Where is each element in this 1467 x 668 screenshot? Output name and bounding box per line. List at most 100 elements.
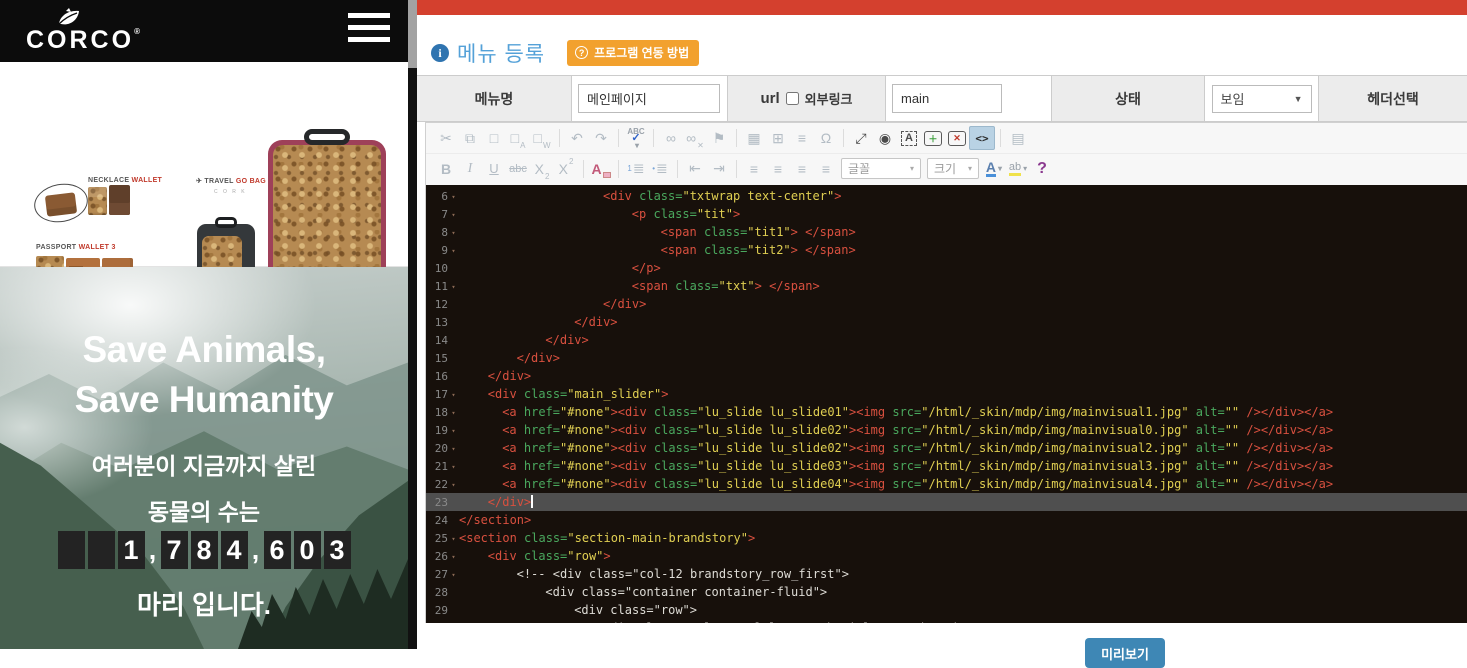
font-dropdown[interactable]: 글꼴▾: [841, 158, 921, 179]
counter-digit-box: 1: [118, 531, 145, 569]
table-icon[interactable]: ⊞: [766, 126, 790, 150]
code-line-17[interactable]: 17▾<div class="main_slider">: [426, 385, 1467, 403]
fold-arrow-icon[interactable]: ▾: [448, 479, 459, 489]
undo-icon[interactable]: ↶: [565, 126, 589, 150]
superscript-icon[interactable]: X2: [554, 157, 578, 181]
preview-scrollbar-thumb[interactable]: [408, 0, 417, 68]
code-line-24[interactable]: 24</section>: [426, 511, 1467, 529]
fold-arrow-icon[interactable]: ▾: [448, 209, 459, 219]
fold-arrow-icon[interactable]: ▾: [448, 533, 459, 543]
maximize-icon[interactable]: ⤢: [849, 126, 873, 150]
fold-arrow-icon[interactable]: ▾: [448, 461, 459, 471]
external-link-checkbox[interactable]: [786, 92, 799, 105]
paste-word-icon[interactable]: □W: [530, 126, 554, 150]
source-icon[interactable]: <>: [969, 126, 995, 150]
code-line-11[interactable]: 11▾<span class="txt"> </span>: [426, 277, 1467, 295]
code-line-9[interactable]: 9▾<span class="tit2"> </span>: [426, 241, 1467, 259]
status-label: 상태: [1115, 89, 1141, 109]
underline-icon[interactable]: U: [482, 157, 506, 181]
code-line-26[interactable]: 26▾<div class="row">: [426, 547, 1467, 565]
anchor-flag-icon[interactable]: ⚑: [707, 126, 731, 150]
text-color-icon[interactable]: A▾: [982, 157, 1006, 181]
bulleted-list-icon[interactable]: •≣: [648, 157, 672, 181]
menu-name-input[interactable]: [578, 84, 720, 113]
align-center-icon[interactable]: ≡: [766, 157, 790, 181]
paste-icon[interactable]: □: [482, 126, 506, 150]
outdent-icon[interactable]: ⇤: [683, 157, 707, 181]
code-line-14[interactable]: 14</div>: [426, 331, 1467, 349]
help-icon[interactable]: ?: [1030, 157, 1054, 181]
code-line-21[interactable]: 21▾<a href="#none"><div class="lu_slide …: [426, 457, 1467, 475]
subscript-icon[interactable]: X2: [530, 157, 554, 181]
comment-remove-icon[interactable]: ✕: [945, 126, 969, 150]
numbered-list-icon[interactable]: 1≣: [624, 157, 648, 181]
code-line-22[interactable]: 22▾<a href="#none"><div class="lu_slide …: [426, 475, 1467, 493]
code-line-12[interactable]: 12</div>: [426, 295, 1467, 313]
paste-text-icon[interactable]: □A: [506, 126, 530, 150]
code-line-15[interactable]: 15</div>: [426, 349, 1467, 367]
indent-icon[interactable]: ⇥: [707, 157, 731, 181]
find-replace-icon[interactable]: ◉: [873, 126, 897, 150]
fold-arrow-icon[interactable]: ▾: [448, 191, 459, 201]
fold-arrow-icon[interactable]: ▾: [448, 227, 459, 237]
code-line-20[interactable]: 20▾<a href="#none"><div class="lu_slide …: [426, 439, 1467, 457]
remove-format-icon[interactable]: A: [589, 157, 613, 181]
url-input[interactable]: [892, 84, 1002, 113]
hamburger-menu-icon[interactable]: [348, 13, 390, 49]
preview-button[interactable]: 미리보기: [1085, 638, 1165, 668]
code-line-29[interactable]: 29<div class="row">: [426, 601, 1467, 619]
fold-arrow-icon[interactable]: ▾: [448, 443, 459, 453]
fold-arrow-icon[interactable]: ▾: [448, 245, 459, 255]
code-line-30[interactable]: 30<div class="col-12 col-lg-7 Txtb-title…: [426, 619, 1467, 623]
redo-icon[interactable]: ↷: [589, 126, 613, 150]
align-left-icon[interactable]: ≡: [742, 157, 766, 181]
code-line-28[interactable]: 28<div class="container container-fluid"…: [426, 583, 1467, 601]
copy-icon[interactable]: ⧉: [458, 126, 482, 150]
code-line-7[interactable]: 7▾<p class="tit">: [426, 205, 1467, 223]
special-char-icon[interactable]: Ω: [814, 126, 838, 150]
bold-icon[interactable]: B: [434, 157, 458, 181]
align-right-icon[interactable]: ≡: [790, 157, 814, 181]
corco-logo[interactable]: CORCO®: [26, 6, 136, 56]
fold-arrow-icon[interactable]: ▾: [448, 425, 459, 435]
code-line-16[interactable]: 16</div>: [426, 367, 1467, 385]
code-line-18[interactable]: 18▾<a href="#none"><div class="lu_slide …: [426, 403, 1467, 421]
cork-wallet-image[interactable]: [88, 187, 107, 215]
select-all-icon[interactable]: A: [897, 126, 921, 150]
line-number: 30: [426, 622, 448, 624]
spellcheck-icon[interactable]: ABC✓▾: [624, 126, 648, 150]
code-line-19[interactable]: 19▾<a href="#none"><div class="lu_slide …: [426, 421, 1467, 439]
highlight-color-icon[interactable]: ab▾: [1006, 157, 1030, 181]
cut-icon[interactable]: ✂: [434, 126, 458, 150]
status-select[interactable]: 보임 ▼: [1212, 85, 1312, 113]
code-line-13[interactable]: 13</div>: [426, 313, 1467, 331]
source-code-area[interactable]: 6▾<div class="txtwrap text-center">7▾<p …: [426, 185, 1467, 623]
code-line-27[interactable]: 27▾<!-- <div class="col-12 brandstory_ro…: [426, 565, 1467, 583]
code-line-25[interactable]: 25▾<section class="section-main-brandsto…: [426, 529, 1467, 547]
text-cursor: [531, 495, 533, 508]
fold-arrow-icon[interactable]: ▾: [448, 569, 459, 579]
unlink-icon[interactable]: ∞✕: [683, 126, 707, 150]
fold-arrow-icon[interactable]: ▾: [448, 389, 459, 399]
image-icon[interactable]: ▦: [742, 126, 766, 150]
align-justify-icon[interactable]: ≡: [814, 157, 838, 181]
hero-caption: 마리 입니다.: [0, 585, 408, 622]
fold-arrow-icon[interactable]: ▾: [448, 551, 459, 561]
horizontal-line-icon[interactable]: ≡: [790, 126, 814, 150]
fold-arrow-icon[interactable]: ▾: [448, 281, 459, 291]
program-link-help-button[interactable]: ? 프로그램 연동 방법: [567, 40, 699, 66]
necklace-wallet-image[interactable]: [45, 192, 77, 216]
code-line-8[interactable]: 8▾<span class="tit1"> </span>: [426, 223, 1467, 241]
size-dropdown[interactable]: 크기▾: [927, 158, 979, 179]
link-icon[interactable]: ∞: [659, 126, 683, 150]
fold-arrow-icon[interactable]: ▾: [448, 407, 459, 417]
preview-scrollbar-track[interactable]: [408, 0, 417, 649]
code-line-6[interactable]: 6▾<div class="txtwrap text-center">: [426, 187, 1467, 205]
strikethrough-icon[interactable]: abc: [506, 157, 530, 181]
print-icon[interactable]: ▤: [1006, 126, 1030, 150]
code-line-23[interactable]: 23</div>: [426, 493, 1467, 511]
comment-add-icon[interactable]: ＋: [921, 126, 945, 150]
leather-wallet-image[interactable]: [109, 185, 130, 215]
italic-icon[interactable]: I: [458, 157, 482, 181]
code-line-10[interactable]: 10</p>: [426, 259, 1467, 277]
